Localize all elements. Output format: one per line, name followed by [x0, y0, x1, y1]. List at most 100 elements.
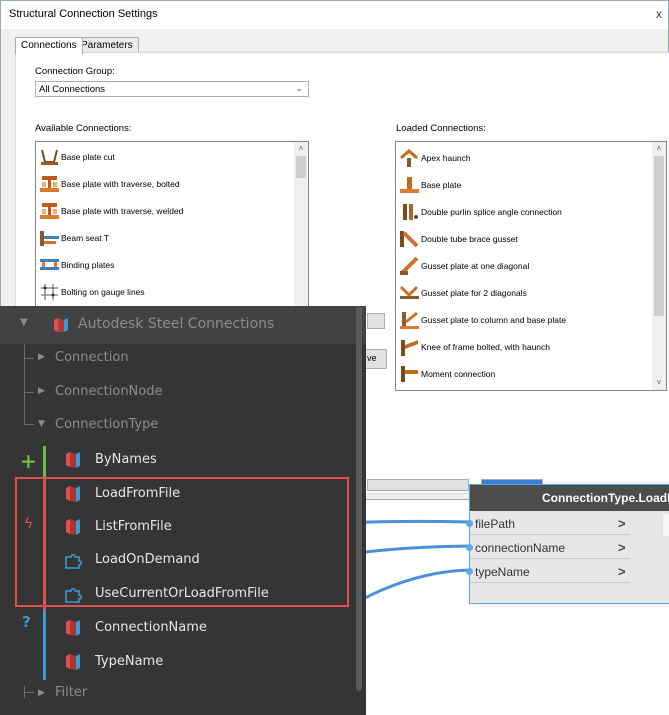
node-header[interactable]: ConnectionType.LoadFro: [470, 485, 669, 511]
library-scrollbar[interactable]: [356, 306, 362, 691]
gusset-one-diagonal-icon: [399, 256, 420, 276]
binding-plates-icon: [39, 255, 60, 275]
scroll-thumb[interactable]: [654, 156, 664, 316]
loaded-connections-label: Loaded Connections:: [396, 123, 486, 134]
double-purlin-splice-icon: [399, 202, 420, 222]
caret-down-icon: ▼: [38, 419, 45, 429]
bolting-gauge-lines-icon: [39, 282, 60, 302]
tree-line: [24, 424, 34, 425]
create-group-icon: +: [20, 449, 37, 473]
caret-right-icon: ▶: [38, 386, 45, 396]
library-item-label: TypeName: [95, 654, 164, 669]
list-item[interactable]: Moment connection: [399, 363, 495, 385]
ribbon-node-icon: [62, 617, 84, 639]
tree-line: [24, 358, 34, 359]
scroll-thumb[interactable]: [296, 156, 306, 178]
list-item[interactable]: Base plate with traverse, welded: [39, 200, 183, 222]
library-root-row[interactable]: ▼ Autodesk Steel Connections: [0, 306, 366, 344]
node-output-area: [663, 514, 669, 536]
category-label: Filter: [55, 685, 88, 700]
list-item-label: Gusset plate at one diagonal: [421, 261, 530, 271]
double-tube-brace-icon: [399, 229, 420, 249]
package-icon: [50, 314, 72, 336]
available-connections-list[interactable]: Base plate cut Base plate with traverse,…: [35, 141, 309, 309]
list-item[interactable]: Double purlin splice angle connection: [399, 201, 562, 223]
list-item[interactable]: Apex haunch: [399, 147, 471, 169]
port-dot[interactable]: [466, 544, 473, 551]
list-item[interactable]: Beam seat T: [39, 227, 109, 249]
caret-right-icon: ▶: [38, 352, 45, 362]
input-port-filepath[interactable]: filePath >: [466, 513, 630, 535]
node-title: ConnectionType.LoadFro: [542, 491, 669, 505]
scroll-up-icon[interactable]: ˄: [294, 142, 308, 156]
remove-connection-button[interactable]: ve: [365, 349, 387, 369]
category-label: ConnectionNode: [55, 384, 163, 399]
scroll-up-icon[interactable]: ˄: [652, 142, 666, 156]
tree-line: [24, 692, 34, 693]
gusset-column-base-icon: [399, 310, 420, 330]
base-plate-cut-icon: [39, 147, 60, 167]
list-item[interactable]: Knee of frame bolted, with haunch: [399, 336, 550, 358]
apex-haunch-icon: [399, 148, 420, 168]
query-group-icon: ?: [22, 613, 31, 631]
caret-right-icon: ▶: [38, 688, 45, 698]
base-plate-traverse-bolted-icon: [39, 174, 60, 194]
loaded-connections-list[interactable]: Apex haunch Base plate Double purlin spl…: [395, 141, 667, 391]
close-icon[interactable]: x: [656, 7, 662, 21]
list-item-label: Base plate with traverse, welded: [61, 206, 184, 216]
available-list-scrollbar[interactable]: ˄: [294, 142, 308, 308]
list-item-label: Knee of frame bolted, with haunch: [421, 342, 550, 352]
list-item[interactable]: Gusset plate for 2 diagonals: [399, 282, 527, 304]
base-plate-icon: [399, 175, 420, 195]
dialog-footer-button[interactable]: [367, 479, 469, 491]
scroll-down-icon[interactable]: ˅: [652, 376, 666, 390]
connection-group-label: Connection Group:: [35, 66, 115, 77]
port-name: typeName: [475, 565, 530, 579]
list-item[interactable]: Base plate cut: [39, 146, 115, 168]
list-item[interactable]: Double tube brace gusset: [399, 228, 518, 250]
chevron-right-icon: >: [618, 516, 626, 531]
list-item[interactable]: Gusset plate to column and base plate: [399, 309, 566, 331]
highlight-box: [15, 477, 349, 607]
port-dot[interactable]: [466, 568, 473, 575]
input-port-typename[interactable]: typeName >: [466, 561, 630, 583]
connection-group-select[interactable]: All Connections ⌄: [35, 81, 309, 97]
dialog-title: Structural Connection Settings: [9, 8, 158, 20]
caret-down-icon: ▼: [20, 317, 28, 328]
connection-type-node[interactable]: ConnectionType.LoadFro filePath > connec…: [466, 484, 669, 604]
list-item[interactable]: Binding plates: [39, 254, 114, 276]
tree-line: [24, 392, 34, 393]
gusset-two-diagonals-icon: [399, 283, 420, 303]
list-item[interactable]: Bolting on gauge lines: [39, 281, 145, 303]
moment-connection-icon: [399, 364, 420, 384]
list-item-label: Double tube brace gusset: [421, 234, 518, 244]
beam-seat-t-icon: [39, 228, 60, 248]
port-dot[interactable]: [466, 520, 473, 527]
add-connection-button[interactable]: [367, 313, 385, 329]
list-item-label: Base plate cut: [61, 152, 115, 162]
input-port-connectionname[interactable]: connectionName >: [466, 537, 630, 559]
chevron-right-icon: >: [618, 564, 626, 579]
list-item-label: Gusset plate to column and base plate: [421, 315, 567, 325]
list-item-label: Binding plates: [61, 260, 115, 270]
tab-connections[interactable]: Connections: [15, 37, 83, 55]
category-label: Connection: [55, 350, 129, 365]
list-item-label: Apex haunch: [421, 153, 471, 163]
loaded-list-scrollbar[interactable]: ˄ ˅: [652, 142, 666, 390]
available-connections-label: Available Connections:: [35, 123, 132, 134]
list-item-label: Base plate with traverse, bolted: [61, 179, 180, 189]
library-item-label: ConnectionName: [95, 620, 207, 635]
tree-line: [24, 344, 25, 424]
list-item[interactable]: Base plate with traverse, bolted: [39, 173, 180, 195]
connection-group-value: All Connections: [39, 84, 106, 95]
base-plate-traverse-welded-icon: [39, 201, 60, 221]
list-item-label: Double purlin splice angle connection: [421, 207, 562, 217]
create-group-stripe: [43, 446, 46, 478]
list-item[interactable]: Base plate: [399, 174, 461, 196]
library-root-label: Autodesk Steel Connections: [78, 316, 275, 332]
query-group-stripe: [43, 610, 46, 680]
list-item[interactable]: Gusset plate at one diagonal: [399, 255, 529, 277]
library-item-label: ByNames: [95, 452, 157, 467]
list-item-label: Moment connection: [421, 369, 496, 379]
remove-button-label: ve: [367, 353, 377, 363]
